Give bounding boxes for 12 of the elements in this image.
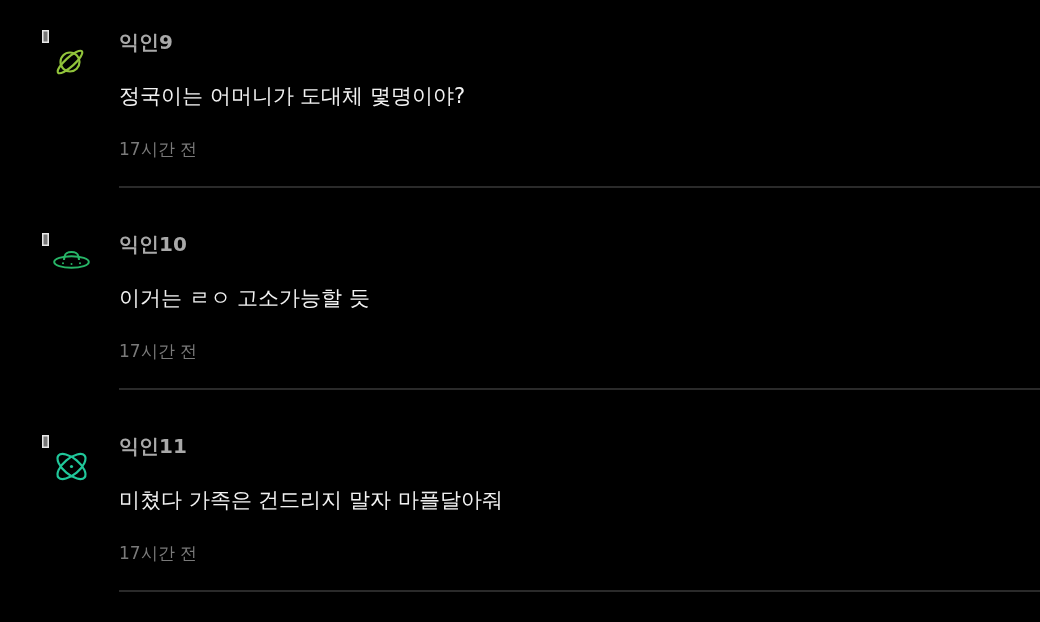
missing-glyph-icon — [42, 435, 49, 448]
comment-text: 미쳤다 가족은 건드리지 말자 마플달아줘 — [119, 487, 503, 514]
author-name: 익인11 — [119, 433, 187, 460]
comment-time: 17시간 전 — [119, 340, 198, 363]
author-name: 익인9 — [119, 29, 173, 56]
comment-time: 17시간 전 — [119, 542, 198, 565]
comment-time: 17시간 전 — [119, 138, 198, 161]
comment-text: 이거는 ㄹㅇ 고소가능할 듯 — [119, 285, 371, 312]
missing-glyph-icon — [42, 233, 49, 246]
missing-glyph-icon — [42, 30, 49, 43]
author-name: 익인10 — [119, 231, 187, 258]
comment-text: 정국이는 어머니가 도대체 몇명이야? — [119, 83, 466, 110]
